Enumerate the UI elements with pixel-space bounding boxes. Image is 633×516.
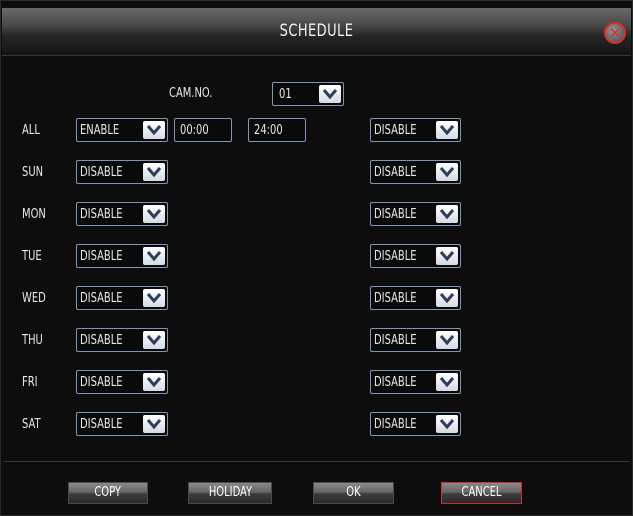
close-icon: ✕ [608,24,622,42]
chevron-down-icon [143,121,165,139]
chevron-down-icon [319,85,341,103]
wed-mode-select[interactable]: DISABLE [76,286,168,310]
row-label-mon: MON [22,207,46,222]
holiday-button[interactable]: HOLIDAY [188,482,272,504]
wed-mode-value: DISABLE [80,291,123,306]
cam-no-value: 01 [279,87,292,102]
mon-mode-select[interactable]: DISABLE [76,202,168,226]
schedule-dialog: SCHEDULE ✕ CAM.NO. 01 ALL ENABLE 00:00 2… [0,0,633,516]
all-end-time-value: 24:00 [254,123,283,138]
row-label-fri: FRI [22,375,38,390]
chevron-down-icon [436,121,458,139]
tue-mode-value: DISABLE [80,249,123,264]
title-bar: SCHEDULE ✕ [2,8,631,56]
holiday-button-label: HOLIDAY [208,485,252,500]
thu-mode2-select[interactable]: DISABLE [370,328,461,352]
all-mode-select[interactable]: ENABLE [76,118,168,142]
mon-mode2-value: DISABLE [374,207,417,222]
chevron-down-icon [436,163,458,181]
chevron-down-icon [143,373,165,391]
all-mode-value: ENABLE [80,123,120,138]
sat-mode-select[interactable]: DISABLE [76,412,168,436]
all-mode2-select[interactable]: DISABLE [370,118,461,142]
copy-button[interactable]: COPY [68,482,148,504]
row-label-tue: TUE [22,249,42,264]
mon-mode2-select[interactable]: DISABLE [370,202,461,226]
mon-mode-value: DISABLE [80,207,123,222]
chevron-down-icon [143,331,165,349]
sat-mode-value: DISABLE [80,417,123,432]
wed-mode2-select[interactable]: DISABLE [370,286,461,310]
tue-mode2-select[interactable]: DISABLE [370,244,461,268]
chevron-down-icon [436,289,458,307]
ok-button-label: OK [346,485,361,500]
thu-mode-select[interactable]: DISABLE [76,328,168,352]
chevron-down-icon [436,415,458,433]
chevron-down-icon [143,289,165,307]
all-start-time-input[interactable]: 00:00 [174,118,232,142]
chevron-down-icon [143,247,165,265]
fri-mode2-value: DISABLE [374,375,417,390]
row-label-sat: SAT [22,417,41,432]
all-mode2-value: DISABLE [374,123,417,138]
fri-mode-select[interactable]: DISABLE [76,370,168,394]
cancel-button[interactable]: CANCEL [441,482,522,504]
row-label-all: ALL [22,123,40,138]
row-label-thu: THU [22,333,43,348]
dialog-title: SCHEDULE [279,21,354,41]
sat-mode2-select[interactable]: DISABLE [370,412,461,436]
chevron-down-icon [143,163,165,181]
footer-divider [4,461,629,462]
all-end-time-input[interactable]: 24:00 [248,118,306,142]
fri-mode2-select[interactable]: DISABLE [370,370,461,394]
sun-mode-select[interactable]: DISABLE [76,160,168,184]
cam-no-label: CAM.NO. [169,86,213,101]
chevron-down-icon [436,205,458,223]
chevron-down-icon [143,415,165,433]
fri-mode-value: DISABLE [80,375,123,390]
tue-mode-select[interactable]: DISABLE [76,244,168,268]
all-start-time-value: 00:00 [180,123,209,138]
wed-mode2-value: DISABLE [374,291,417,306]
thu-mode-value: DISABLE [80,333,123,348]
sun-mode2-select[interactable]: DISABLE [370,160,461,184]
sun-mode-value: DISABLE [80,165,123,180]
thu-mode2-value: DISABLE [374,333,417,348]
chevron-down-icon [436,247,458,265]
row-label-wed: WED [22,291,46,306]
sat-mode2-value: DISABLE [374,417,417,432]
chevron-down-icon [143,205,165,223]
row-label-sun: SUN [22,165,44,180]
cam-no-select[interactable]: 01 [272,82,344,106]
close-button[interactable]: ✕ [604,22,626,44]
chevron-down-icon [436,373,458,391]
sun-mode2-value: DISABLE [374,165,417,180]
ok-button[interactable]: OK [313,482,394,504]
cancel-button-label: CANCEL [461,485,502,500]
tue-mode2-value: DISABLE [374,249,417,264]
chevron-down-icon [436,331,458,349]
copy-button-label: COPY [94,485,122,500]
